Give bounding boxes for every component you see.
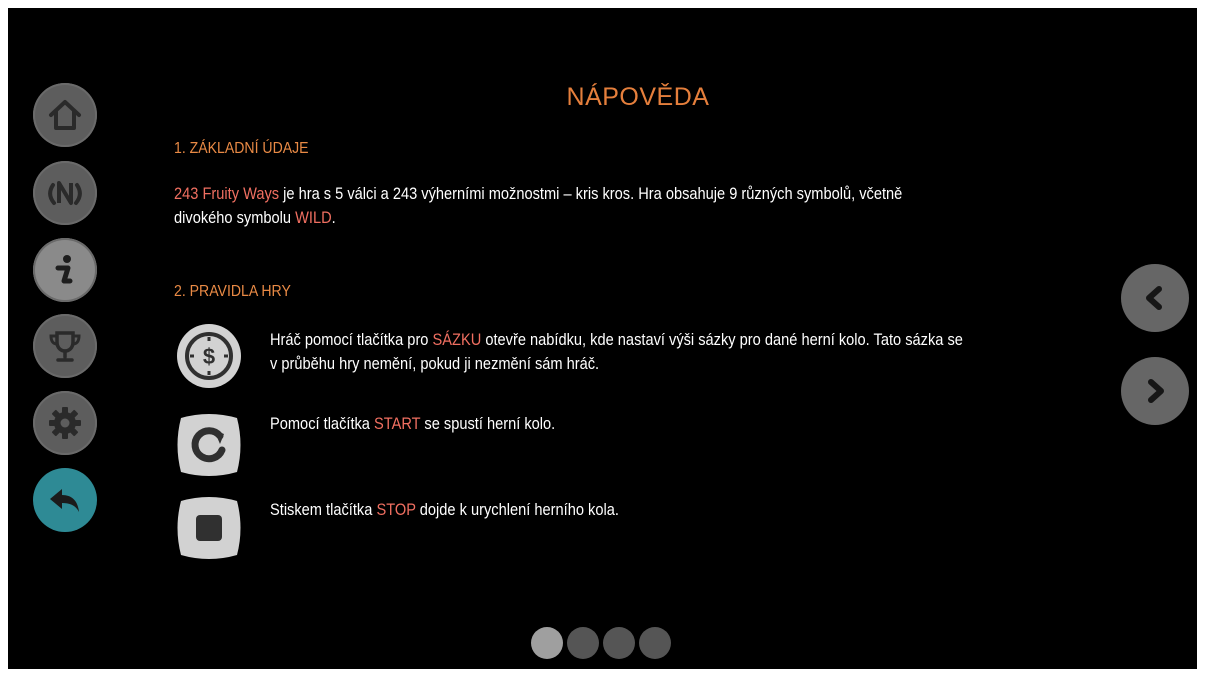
page-dot-4[interactable]	[639, 627, 671, 659]
bet-rule-text: Hráč pomocí tlačítka pro SÁZKU otevře na…	[270, 328, 1061, 376]
chevron-right-icon	[1148, 379, 1164, 403]
page-dot-3[interactable]	[603, 627, 635, 659]
spin-arrow-icon	[177, 414, 241, 476]
previous-page-button[interactable]	[1121, 264, 1189, 332]
stop-rule-text: Stiskem tlačítka STOP dojde k urychlení …	[270, 498, 1044, 522]
stop-text-1: Stiskem tlačítka	[270, 500, 377, 519]
start-text-2: se spustí herní kolo.	[420, 414, 556, 433]
bet-keyword: SÁZKU	[432, 330, 482, 349]
stop-square-icon	[177, 497, 241, 559]
page-dot-2[interactable]	[567, 627, 599, 659]
section-heading-rules: 2. PRAVIDLA HRY	[174, 283, 291, 300]
info-icon	[55, 255, 73, 284]
game-logo-button[interactable]	[33, 161, 97, 225]
coin-dollar-icon: $	[177, 324, 241, 388]
settings-button[interactable]	[33, 391, 97, 455]
start-rule-text: Pomocí tlačítka START se spustí herní ko…	[270, 412, 1044, 436]
start-text-1: Pomocí tlačítka	[270, 414, 375, 433]
home-icon	[49, 100, 81, 130]
trophy-button[interactable]	[33, 314, 97, 378]
wild-keyword: WILD	[295, 208, 332, 227]
gear-icon	[49, 407, 81, 439]
basic-text-2: divokého symbolu	[174, 208, 296, 227]
stop-text-2: dojde k urychlení herního kola.	[415, 500, 619, 519]
stop-keyword: STOP	[376, 500, 416, 519]
basic-info-text: 243 Fruity Ways je hra s 5 válci a 243 v…	[174, 182, 1034, 230]
home-button[interactable]	[33, 83, 97, 147]
trophy-icon	[49, 331, 81, 362]
bet-text-1: Hráč pomocí tlačítka pro	[270, 330, 433, 349]
bet-text-3: v průběhu hry nemění, pokud ji nezmění s…	[270, 354, 600, 373]
start-keyword: START	[374, 414, 421, 433]
back-arrow-icon	[50, 489, 79, 512]
info-button[interactable]	[33, 238, 97, 302]
svg-text:$: $	[203, 344, 215, 369]
page-dot-1[interactable]	[531, 627, 563, 659]
back-button[interactable]	[33, 468, 97, 532]
pagination	[531, 627, 671, 659]
basic-text-3: .	[331, 208, 336, 227]
game-logo-icon	[48, 181, 82, 205]
section-heading-basic: 1. ZÁKLADNÍ ÚDAJE	[174, 140, 309, 157]
next-page-button[interactable]	[1121, 357, 1189, 425]
chevron-left-icon	[1146, 286, 1162, 310]
bet-text-2: otevře nabídku, kde nastaví výši sázky p…	[481, 330, 963, 349]
game-name: 243 Fruity Ways	[174, 184, 280, 203]
help-screen: NÁPOVĚDA 1. ZÁKLADNÍ ÚDAJE 243 Fruity Wa…	[8, 8, 1197, 669]
basic-text-1: je hra s 5 válci a 243 výherními možnost…	[279, 184, 903, 203]
page-title: NÁPOVĚDA	[566, 83, 710, 111]
